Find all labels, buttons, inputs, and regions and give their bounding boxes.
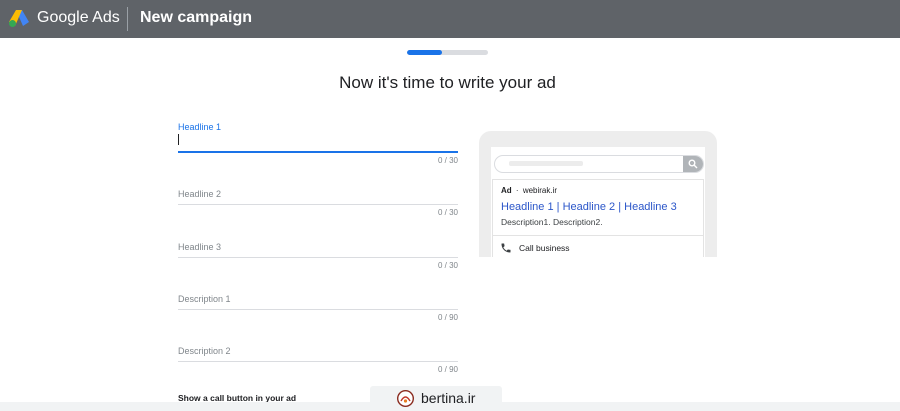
ad-preview-headline: Headline 1 | Headline 2 | Headline 3 [501,201,677,213]
page-title: New campaign [140,9,253,26]
headline-2-field[interactable]: Headline 2 0 / 30 [178,189,458,219]
phone-screen: Ad · webirak.ir Headline 1 | Headline 2 … [491,147,705,257]
description-1-underline [178,309,458,310]
ad-preview-description: Description1. Description2. [501,217,603,227]
description-2-counter: 0 / 90 [437,365,458,374]
description-1-field[interactable]: Description 1 0 / 90 [178,294,458,324]
description-2-field[interactable]: Description 2 0 / 90 [178,346,458,376]
headline-2-underline [178,204,458,205]
brand-name[interactable]: Google Ads [37,9,120,27]
phone-icon [501,243,511,253]
headline-1-input[interactable] [178,132,458,147]
headline-1-counter: 0 / 30 [437,156,458,165]
search-placeholder-bar [509,161,583,166]
headline-3-counter: 0 / 30 [437,261,458,270]
watermark-text: bertina.ir [421,390,476,406]
step-progress-fill [407,50,442,55]
headline-3-underline [178,257,458,258]
headline-1-label: Headline 1 [178,122,222,132]
watermark: bertina.ir [370,386,502,411]
ad-preview-card: Ad · webirak.ir Headline 1 | Headline 2 … [492,179,704,257]
ad-label-row: Ad · webirak.ir [501,186,557,195]
headline-2-label: Headline 2 [178,189,222,199]
ad-preview-phone: Ad · webirak.ir Headline 1 | Headline 2 … [479,131,717,257]
preview-search-bar [494,155,704,173]
ad-display-url: webirak.ir [522,186,558,195]
ad-divider [493,235,703,236]
headline-3-field[interactable]: Headline 3 0 / 30 [178,242,458,272]
description-1-counter: 0 / 90 [437,313,458,322]
description-1-label: Description 1 [178,294,231,304]
header-divider [127,7,128,31]
text-cursor [178,134,179,145]
description-2-underline [178,361,458,362]
headline-1-underline [178,151,458,153]
preview-search-button [683,156,703,172]
search-icon [688,159,698,169]
headline-1-field[interactable]: Headline 1 0 / 30 [178,122,458,166]
google-ads-logo-icon[interactable] [9,9,29,27]
step-progress-bar [407,50,488,55]
ad-separator: · [515,186,519,195]
headline-2-input[interactable] [178,199,458,214]
headline-3-input[interactable] [178,252,458,267]
headline-3-label: Headline 3 [178,242,222,252]
bertina-logo-icon [397,390,414,407]
description-2-input[interactable] [178,356,458,371]
headline-2-counter: 0 / 30 [437,208,458,217]
top-app-bar: Google Ads New campaign [0,0,900,38]
description-2-label: Description 2 [178,346,231,356]
ad-badge: Ad [501,186,512,195]
call-business-label: Call business [519,243,570,253]
description-1-input[interactable] [178,304,458,319]
main-heading: Now it's time to write your ad [339,73,556,92]
